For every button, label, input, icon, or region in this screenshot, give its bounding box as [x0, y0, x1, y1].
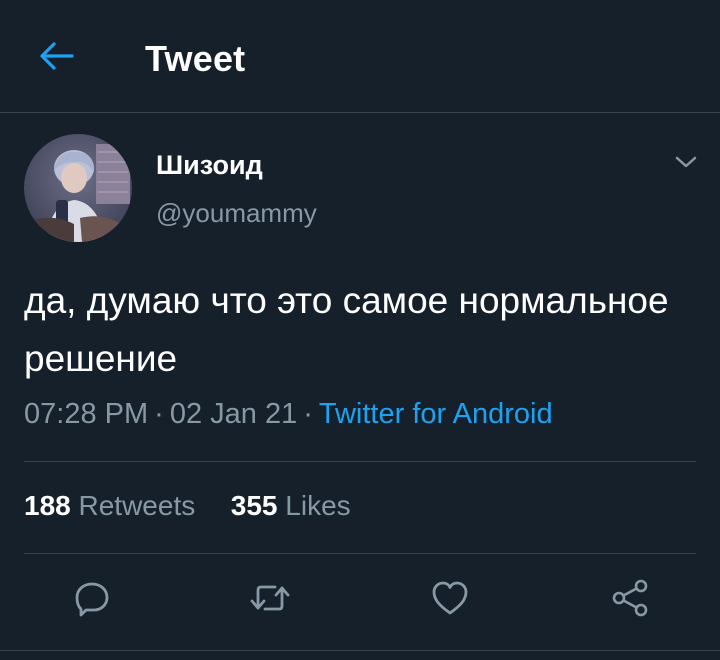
share-icon [610, 578, 650, 623]
chevron-down-icon [674, 154, 698, 175]
tweet-meta: 07:28 PM · 02 Jan 21 · Twitter for Android [24, 398, 553, 431]
page-title: Tweet [145, 38, 246, 79]
share-button[interactable] [608, 578, 652, 622]
meta-separator: · [154, 398, 164, 430]
author-handle[interactable]: @youmammy [156, 198, 317, 229]
divider [24, 461, 696, 462]
likes-count: 355 [230, 490, 278, 521]
tweet-stats: 188 Retweets 355 Likes [24, 490, 351, 522]
arrow-left-icon [38, 41, 74, 76]
tweet-date: 02 Jan 21 [169, 398, 298, 430]
retweet-icon [248, 578, 292, 623]
divider [0, 650, 720, 651]
more-options-button[interactable] [668, 148, 704, 180]
back-button[interactable] [36, 40, 76, 76]
retweets-stat[interactable]: 188 Retweets [24, 490, 195, 521]
tweet-text: да, думаю что это самое нормальное решен… [24, 280, 669, 379]
tweet-time: 07:28 PM [24, 398, 149, 430]
top-bar: Tweet [0, 0, 720, 113]
retweets-count: 188 [24, 490, 71, 521]
tweet-source-link[interactable]: Twitter for Android [319, 398, 553, 430]
likes-stat[interactable]: 355 Likes [231, 490, 351, 521]
divider [24, 553, 696, 554]
retweets-label: Retweets [78, 490, 196, 521]
reply-icon [72, 578, 112, 623]
author-display-name[interactable]: Шизоид [156, 150, 263, 181]
likes-label: Likes [285, 490, 351, 521]
retweet-button[interactable] [248, 578, 292, 622]
reply-button[interactable] [70, 578, 114, 622]
meta-separator: · [303, 398, 313, 430]
like-button[interactable] [428, 578, 472, 622]
avatar[interactable] [24, 134, 132, 242]
like-icon [430, 578, 470, 623]
